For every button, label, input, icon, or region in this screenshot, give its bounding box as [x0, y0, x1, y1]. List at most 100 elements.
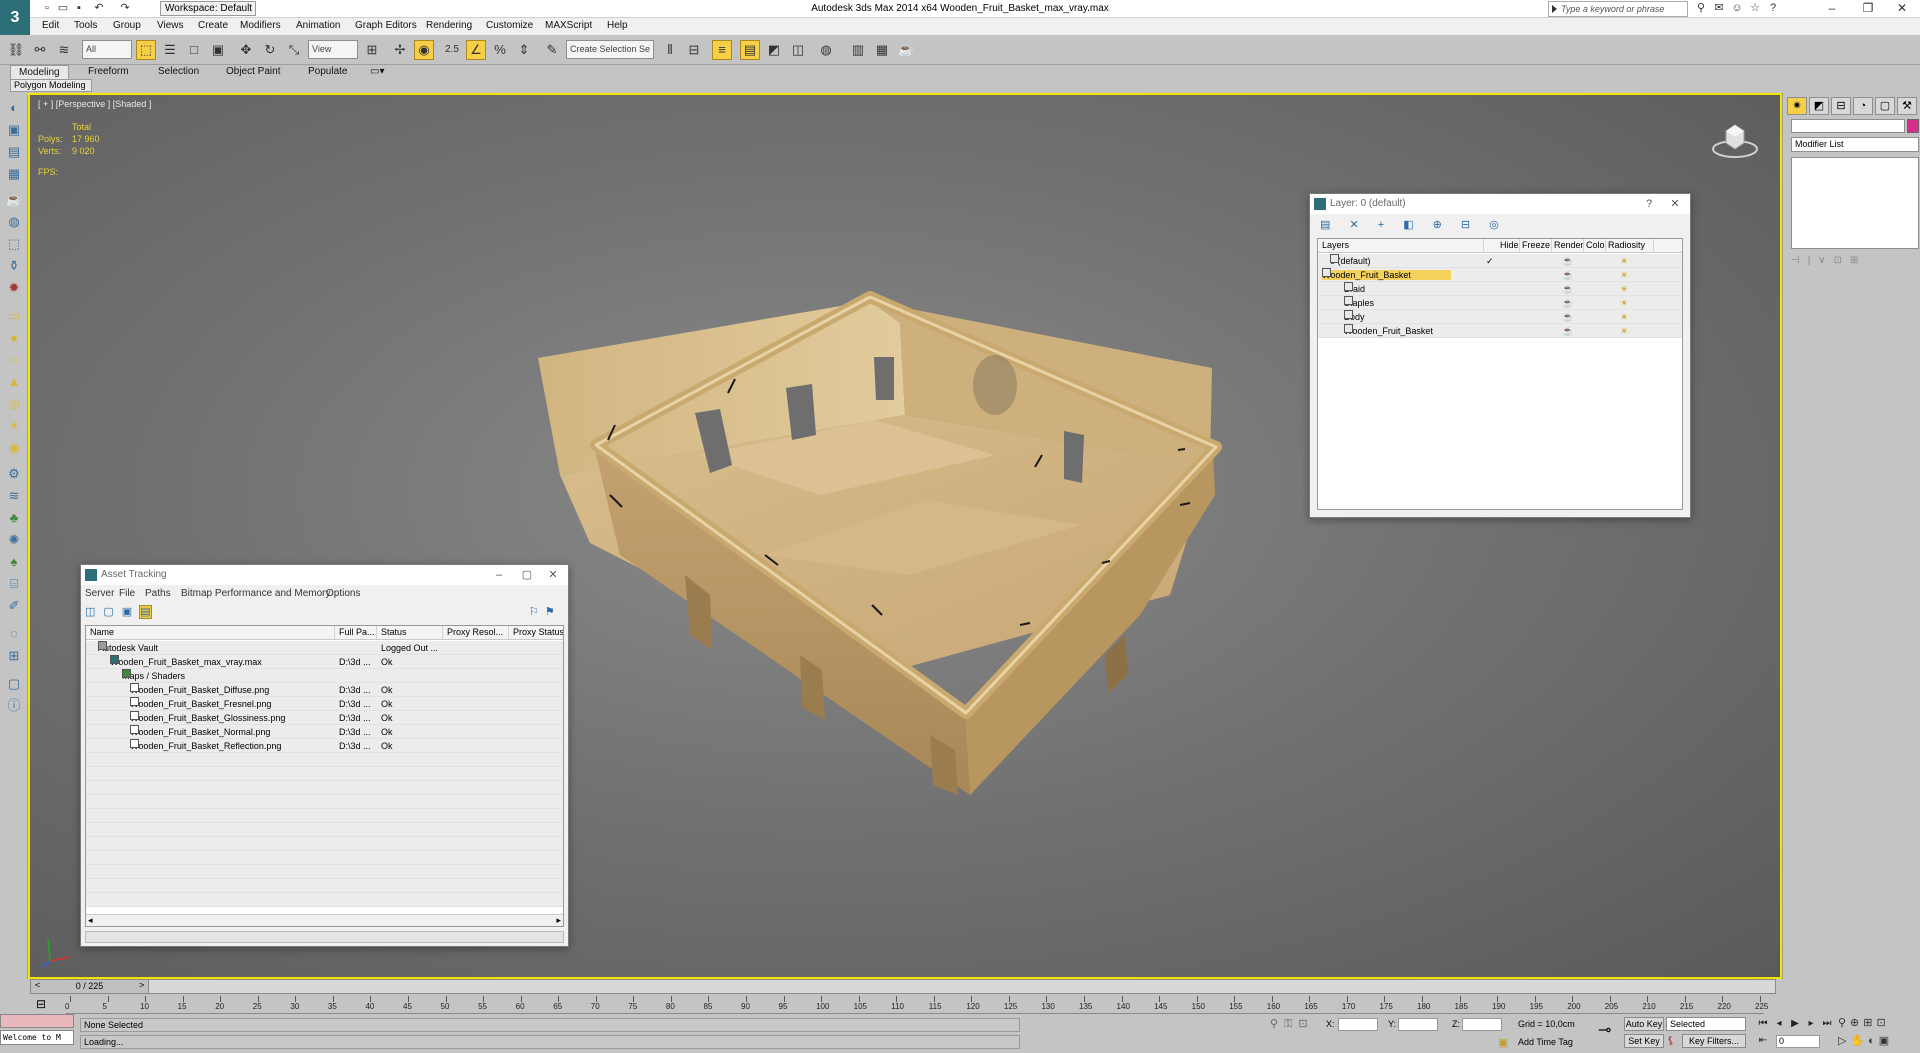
asset-row[interactable]: Wooden_Fruit_Basket_Reflection.png D:\3d …	[86, 739, 563, 753]
space-warp-icon[interactable]: ≋	[5, 487, 23, 505]
render-production-icon[interactable]: ☕	[896, 40, 916, 60]
add-time-tag[interactable]: Add Time Tag	[1518, 1035, 1573, 1049]
play-icon[interactable]: ▶	[1788, 1017, 1802, 1031]
ribbon-options-icon[interactable]: ▭▾	[362, 65, 392, 79]
help-icon[interactable]: ?	[1766, 2, 1780, 15]
x-coordinate-field[interactable]	[1338, 1018, 1378, 1031]
helper-icon[interactable]: ⚙	[5, 465, 23, 483]
snap-toggle-icon[interactable]: 2.5	[442, 40, 462, 60]
render-teapot-icon[interactable]: ☕	[1562, 324, 1573, 338]
scene-icon[interactable]: ▦	[5, 165, 23, 183]
grid-icon[interactable]: ⊞	[5, 647, 23, 665]
display-tab-icon[interactable]: ▢	[1875, 97, 1895, 115]
col-name[interactable]: Name	[86, 626, 335, 639]
asset-row[interactable]: Wooden_Fruit_Basket_Glossiness.png D:\3d …	[86, 711, 563, 725]
layer-toolbar[interactable]: ▤ ✕ + ◧ ⊕ ⊟ ◎	[1320, 218, 1507, 231]
viewport-navigation-controls[interactable]: ⚲⊕⊞⊡	[1838, 1016, 1918, 1029]
polygon-modeling-panel[interactable]: Polygon Modeling	[10, 79, 92, 92]
maxscript-mini-listener[interactable]: Welcome to M	[0, 1030, 74, 1045]
motion-tab-icon[interactable]: ◔	[1853, 97, 1873, 115]
asset-name[interactable]: Wooden_Fruit_Basket_Diffuse.png	[130, 683, 335, 697]
render-setup-icon[interactable]: ▥	[848, 40, 868, 60]
undo-icon[interactable]: ↶	[92, 2, 106, 15]
render-icon[interactable]: ☕	[5, 191, 23, 209]
bind-space-warp-icon[interactable]: ≋	[54, 40, 74, 60]
asset-row[interactable]: Wooden_Fruit_Basket_max_vray.max D:\3d ..…	[86, 655, 563, 669]
hierarchy-tab-icon[interactable]: ⊟	[1831, 97, 1851, 115]
col-hide[interactable]: Hide	[1498, 239, 1520, 252]
key-mode-dropdown[interactable]: Selected	[1666, 1017, 1746, 1031]
layer-row[interactable]: Wooden_Fruit_Basket ☕ ☀	[1318, 324, 1682, 338]
pivot-center-icon[interactable]: ⊞	[362, 40, 382, 60]
select-manipulate-icon[interactable]: ✢	[390, 40, 410, 60]
scale-icon[interactable]: ⤡	[284, 40, 304, 60]
orbit-icon[interactable]: ◐	[5, 99, 23, 117]
render-teapot-icon[interactable]: ☕	[1562, 254, 1573, 268]
material-editor-icon[interactable]: ◍	[816, 40, 836, 60]
material-icon[interactable]: ◍	[5, 213, 23, 231]
asset-name[interactable]: Maps / Shaders	[122, 669, 335, 683]
modify-tab-icon[interactable]: ◩	[1809, 97, 1829, 115]
radiosity-icon[interactable]: ☀	[1620, 296, 1628, 310]
track-bar[interactable]: 0 5 10 15 20 25 30 35 40 45 50 55 60 65 70 75 80 85 90 95 10…	[65, 996, 1768, 1014]
col-proxy-status[interactable]: Proxy Status	[509, 626, 563, 639]
col-color[interactable]: Color	[1584, 239, 1606, 252]
menu-edit[interactable]: Edit	[42, 19, 59, 33]
search-input[interactable]: Type a keyword or phrase	[1548, 1, 1688, 17]
render-teapot-icon[interactable]: ☕	[1562, 268, 1573, 282]
asset-name[interactable]: Wooden_Fruit_Basket_Glossiness.png	[130, 711, 335, 725]
asset-name[interactable]: Wooden_Fruit_Basket_max_vray.max	[110, 655, 335, 669]
open-file-icon[interactable]: ▭	[56, 2, 70, 15]
edit-named-selection-icon[interactable]: ✎	[542, 40, 562, 60]
render-teapot-icon[interactable]: ☕	[1562, 282, 1573, 296]
layer-name[interactable]: 0 (default)	[1330, 254, 1484, 268]
menu-group[interactable]: Group	[113, 19, 141, 33]
cylinder-icon[interactable]: ○	[5, 351, 23, 369]
asset-name[interactable]: Wooden_Fruit_Basket_Fresnel.png	[130, 697, 335, 711]
time-slider-thumb[interactable]: 0 / 225	[31, 980, 149, 993]
key-filters-button[interactable]: Key Filters...	[1682, 1034, 1746, 1048]
goto-end-icon[interactable]: ⏭	[1820, 1017, 1834, 1031]
plane-icon[interactable]: ▭	[5, 307, 23, 325]
staircase-icon[interactable]: ⌸	[5, 575, 23, 593]
asset-menu-file[interactable]: File	[119, 587, 135, 601]
layer-row[interactable]: 0 (default) ✓ ☕ ☀	[1318, 254, 1682, 268]
workspace-dropdown[interactable]: Workspace: Default	[160, 1, 256, 16]
redo-icon[interactable]: ↷	[118, 2, 132, 15]
curve-editor-icon[interactable]: ◩	[764, 40, 784, 60]
create-tab-icon[interactable]: ✷	[1787, 97, 1807, 115]
asset-row[interactable]: Wooden_Fruit_Basket_Fresnel.png D:\3d ...…	[86, 697, 563, 711]
goto-start-icon[interactable]: ⏮	[1756, 1017, 1770, 1031]
layer-help-icon[interactable]: ?	[1636, 194, 1662, 214]
asset-help-icons[interactable]: ⚐⚑	[529, 605, 561, 618]
time-prev-icon[interactable]: <	[35, 980, 40, 990]
teapot-icon[interactable]: ⚱	[5, 257, 23, 275]
asset-row[interactable]: Maps / Shaders	[86, 669, 563, 683]
align-icon[interactable]: ⊟	[684, 40, 704, 60]
menu-views[interactable]: Views	[157, 19, 184, 33]
communication-icon[interactable]: ✉	[1712, 2, 1726, 15]
current-layer-check-icon[interactable]: ✓	[1486, 254, 1494, 268]
asset-menu-paths[interactable]: Paths	[145, 587, 171, 601]
maxscript-listener-output[interactable]	[0, 1014, 74, 1028]
asset-maximize-icon[interactable]: ▢	[514, 565, 540, 585]
percent-snap-icon[interactable]: %	[490, 40, 510, 60]
radiosity-icon[interactable]: ☀	[1620, 282, 1628, 296]
info-icon[interactable]: ⓘ	[5, 697, 23, 715]
asset-horizontal-scrollbar[interactable]: ◂ ▸	[86, 914, 563, 926]
prev-frame-icon[interactable]: ◂	[1772, 1017, 1786, 1031]
favorites-icon[interactable]: ☆	[1748, 2, 1762, 15]
save-file-icon[interactable]: ▪	[72, 2, 86, 15]
viewport-icon[interactable]: ⬚	[5, 235, 23, 253]
spinner-snap-icon[interactable]: ⇕	[514, 40, 534, 60]
key-mode-icon[interactable]: ⚸	[1667, 1034, 1675, 1047]
layer-name[interactable]: Wooden_Fruit_Basket	[1344, 324, 1484, 338]
object-name-field[interactable]	[1791, 119, 1905, 133]
user-icon[interactable]: ☺	[1730, 2, 1744, 15]
layer-close-icon[interactable]: ✕	[1662, 194, 1688, 214]
select-object-icon[interactable]: ⬚	[136, 40, 156, 60]
torus-icon[interactable]: ◎	[5, 395, 23, 413]
time-slider[interactable]: 0 / 225 < >	[30, 979, 1776, 994]
graphite-toggle-icon[interactable]: ▤	[740, 40, 760, 60]
unlink-icon[interactable]: ⚯	[30, 40, 50, 60]
